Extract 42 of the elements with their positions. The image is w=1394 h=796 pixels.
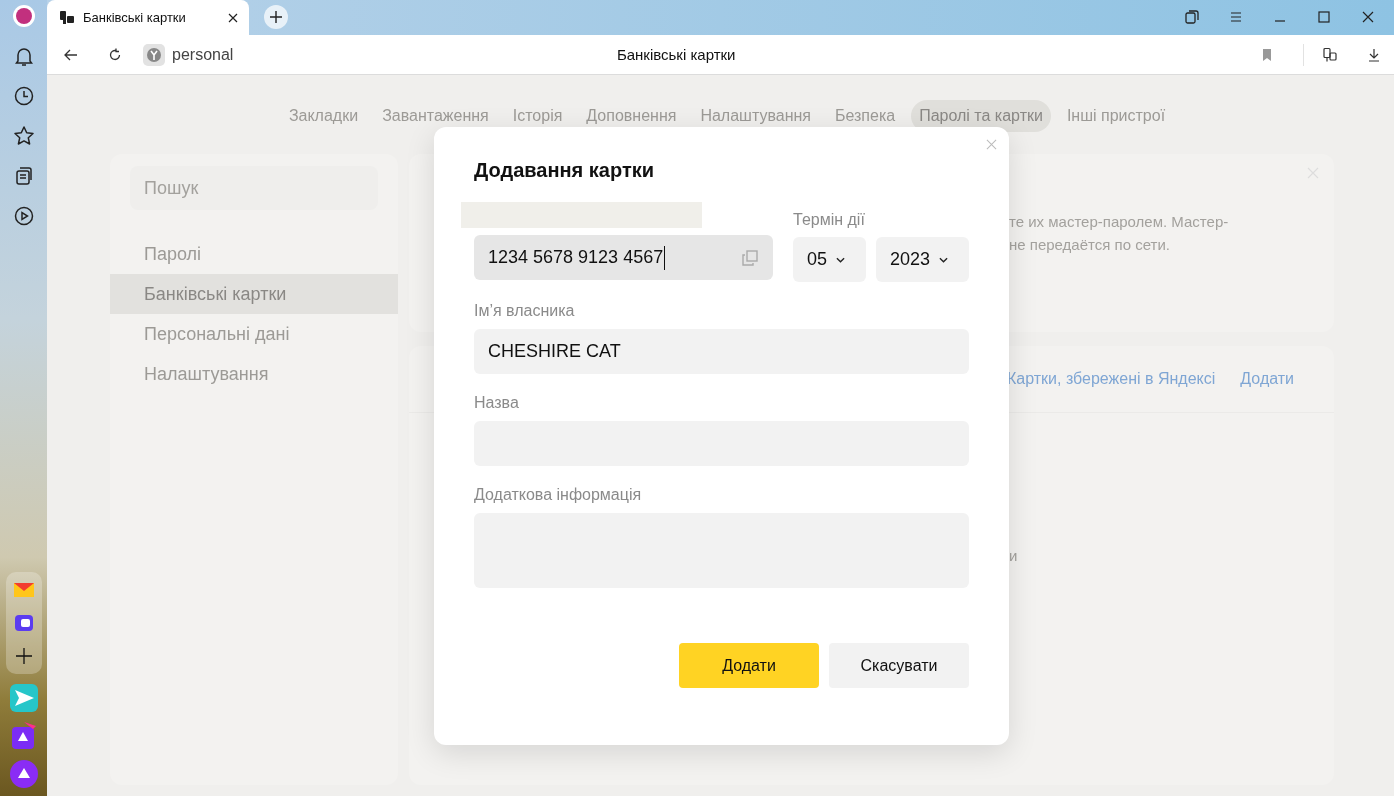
browser-logo-icon	[143, 43, 165, 66]
assistant-icon[interactable]	[9, 722, 38, 750]
assistant-icon[interactable]	[9, 760, 38, 788]
month-select[interactable]: 05	[793, 237, 866, 282]
star-icon[interactable]	[11, 124, 36, 148]
search-field[interactable]: Пошук	[130, 166, 378, 210]
notice-text: не передаётся по сети.	[1009, 235, 1171, 255]
download-icon[interactable]	[1366, 46, 1382, 63]
sidebar-item[interactable]: Налаштування	[110, 354, 398, 394]
key-card-icon[interactable]	[1322, 46, 1338, 63]
avatar-icon[interactable]	[11, 4, 36, 28]
card-number-field[interactable]: 1234 5678 9123 4567	[474, 235, 773, 280]
chevron-icon	[836, 256, 846, 263]
tab-title: Банківські картки	[83, 10, 187, 25]
settings-tab[interactable]: Паролі та картки	[911, 100, 1051, 132]
text-fragment: и	[1009, 547, 1019, 564]
settings-tab[interactable]: Закладки	[280, 100, 367, 132]
chevron-icon	[939, 256, 949, 263]
site-label: personal	[172, 45, 234, 64]
add-button[interactable]: Додати	[679, 643, 819, 688]
link[interactable]: Додати	[1240, 370, 1295, 388]
sidebar-item[interactable]: Паролі	[110, 234, 398, 274]
notice-text: те их мастер-паролем. Мастер-	[1009, 212, 1230, 232]
close-icon[interactable]	[227, 11, 239, 24]
cancel-button[interactable]: Скасувати	[829, 643, 969, 688]
key-card-icon	[59, 9, 75, 26]
settings-tab[interactable]: Інші пристрої	[1058, 100, 1174, 132]
reload-icon[interactable]	[107, 46, 123, 63]
year-select[interactable]: 2023	[876, 237, 969, 282]
field-label: Ім’я власника	[474, 302, 576, 319]
field-label: Додаткова інформація	[474, 486, 643, 503]
new-tab-icon[interactable]	[264, 5, 288, 29]
field-label: Термін дії	[793, 211, 866, 228]
input-field[interactable]: CHESHIRE CAT	[474, 329, 969, 374]
page-title: Банківські картки	[615, 46, 737, 63]
browser-tab[interactable]: Банківські картки	[47, 0, 249, 35]
dialog-title: Додавання картки	[474, 159, 655, 182]
send-icon[interactable]	[9, 684, 38, 712]
sidebar-item[interactable]: Банківські картки	[110, 274, 398, 314]
site-badge[interactable]: personal	[143, 43, 234, 66]
sidebar-item[interactable]: Персональні дані	[110, 314, 398, 354]
field-label: Назва	[474, 394, 520, 411]
